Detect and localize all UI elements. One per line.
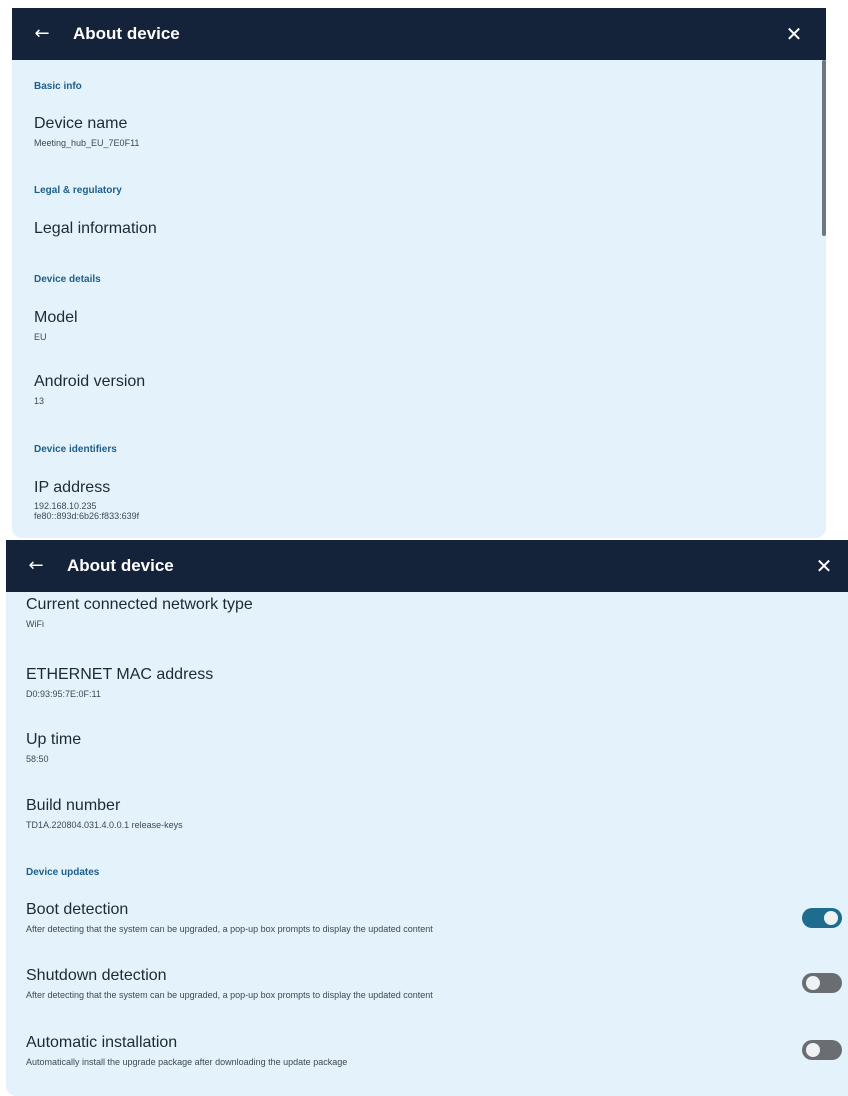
automatic-installation-toggle[interactable] [802, 1040, 842, 1060]
up-time-title: Up time [26, 731, 82, 748]
ethernet-mac-title: ETHERNET MAC address [26, 666, 214, 683]
section-header-legal: Legal & regulatory [34, 185, 122, 196]
arrow-left-icon: ← [28, 555, 44, 576]
section-header-device-details: Device details [34, 274, 101, 285]
build-number-title: Build number [26, 797, 121, 814]
model-title: Model [34, 309, 78, 326]
android-version-title: Android version [34, 373, 146, 390]
about-device-panel-top: ← About device ✕ Basic info Device name … [12, 8, 826, 538]
close-button[interactable]: ✕ [810, 552, 838, 580]
title-bar: ← About device ✕ [6, 540, 848, 592]
automatic-installation-description: Automatically install the upgrade packag… [26, 1057, 348, 1067]
section-header-device-updates: Device updates [26, 867, 100, 878]
build-number-value: TD1A.220804.031.4.0.0.1 release-keys [26, 820, 183, 830]
shutdown-detection-toggle[interactable] [802, 973, 842, 993]
legal-information-title: Legal information [34, 220, 157, 237]
ip-address-value-v6: fe80::893d:6b26:f833:639f [34, 511, 140, 521]
toggle-knob [824, 911, 838, 925]
device-name-title: Device name [34, 115, 128, 132]
boot-detection-description: After detecting that the system can be u… [26, 924, 433, 934]
ip-address-title: IP address [34, 479, 111, 496]
page-title: About device [73, 24, 180, 43]
automatic-installation-title: Automatic installation [26, 1034, 178, 1051]
device-name-value: Meeting_hub_EU_7E0F11 [34, 138, 140, 148]
boot-detection-title: Boot detection [26, 901, 129, 918]
arrow-left-icon: ← [34, 23, 50, 44]
toggle-knob [806, 1043, 820, 1057]
close-icon: ✕ [815, 554, 833, 578]
shutdown-detection-title: Shutdown detection [26, 967, 167, 984]
close-button[interactable]: ✕ [780, 20, 808, 48]
boot-detection-toggle[interactable] [802, 908, 842, 928]
about-device-panel-bottom: ← About device ✕ Current connected netwo… [6, 540, 848, 1096]
network-type-title: Current connected network type [26, 596, 253, 613]
shutdown-detection-description: After detecting that the system can be u… [26, 990, 433, 1000]
page-title: About device [67, 556, 174, 575]
network-type-value: WiFi [26, 619, 44, 629]
back-button[interactable]: ← [22, 552, 50, 580]
up-time-value: 58:50 [26, 754, 49, 764]
ethernet-mac-value: D0:93:95:7E:0F:11 [26, 689, 101, 699]
back-button[interactable]: ← [28, 20, 56, 48]
title-bar: ← About device ✕ [12, 8, 826, 60]
toggle-knob [806, 976, 820, 990]
android-version-value: 13 [34, 396, 45, 406]
section-header-basic-info: Basic info [34, 81, 82, 92]
model-value: EU [34, 332, 47, 342]
device-name-row[interactable] [12, 108, 826, 160]
build-number-row[interactable] [6, 792, 848, 838]
section-header-device-identifiers: Device identifiers [34, 444, 117, 455]
close-icon: ✕ [785, 22, 803, 46]
